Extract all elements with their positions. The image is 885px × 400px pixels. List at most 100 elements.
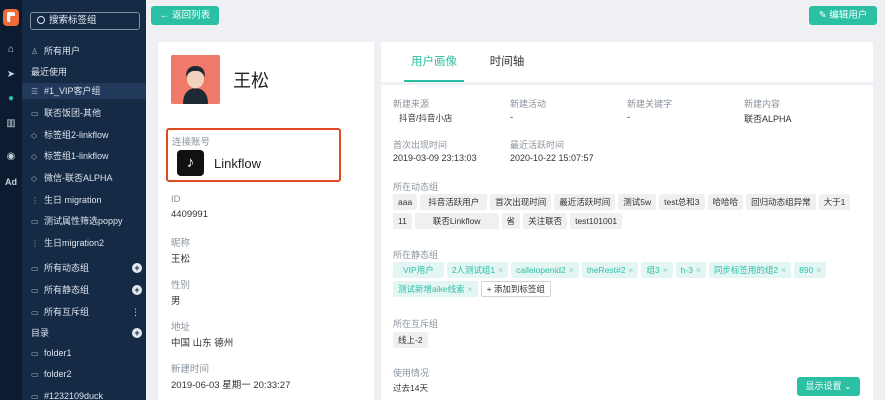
wechat-icon[interactable]: ◉ bbox=[0, 149, 22, 165]
dynamic-tag[interactable]: test总和3 bbox=[659, 194, 705, 210]
sidebar-item-dynamic-groups[interactable]: ▭ 所有动态组 + bbox=[22, 260, 146, 276]
static-tag[interactable]: VIP用户 bbox=[393, 262, 444, 278]
sidebar-item-frequent[interactable]: ◇ 微信-联否ALPHA bbox=[22, 170, 146, 186]
content-value: 联否ALPHA bbox=[744, 114, 792, 124]
dynamic-tag[interactable]: test101001 bbox=[570, 213, 623, 229]
display-settings-button[interactable]: 显示设置 ⌄ bbox=[797, 377, 860, 396]
list-icon: ▭ bbox=[31, 109, 39, 118]
tab-portrait[interactable]: 用户画像 bbox=[404, 42, 464, 82]
dynamic-tag[interactable]: 首次出现时间 bbox=[490, 194, 552, 210]
send-icon[interactable]: ➤ bbox=[0, 67, 22, 83]
dynamic-tag[interactable]: 回归动态组异常 bbox=[746, 194, 816, 210]
close-icon[interactable]: × bbox=[696, 265, 701, 275]
keyword-value: - bbox=[627, 112, 631, 123]
avatar bbox=[171, 55, 220, 104]
nickname-label: 昵称 bbox=[171, 238, 191, 249]
tab-timeline[interactable]: 时间轴 bbox=[481, 42, 533, 82]
portrait-panel: 新建来源 抖音/抖音小店 新建活动 - 新建关键字 - 新建内容 联否ALPHA… bbox=[381, 85, 873, 400]
close-icon[interactable]: × bbox=[663, 265, 668, 275]
content-label: 新建内容 bbox=[744, 99, 781, 109]
dynamic-tag[interactable]: 大于1 bbox=[818, 194, 851, 210]
home-icon[interactable]: ⌂ bbox=[0, 42, 22, 58]
sidebar-item-folder[interactable]: ▭ folder1 bbox=[22, 345, 146, 361]
sidebar-item-frequent[interactable]: ⋮ 生日 migration bbox=[22, 192, 146, 208]
filter-icon: ⋮ bbox=[31, 196, 39, 205]
close-icon[interactable]: × bbox=[498, 265, 503, 275]
ad-icon[interactable]: Ad bbox=[0, 174, 22, 190]
more-icon[interactable]: ⋮ bbox=[131, 304, 140, 320]
dynamic-groups-label: 所在动态组 bbox=[393, 182, 439, 192]
tag-icon: ◇ bbox=[31, 131, 38, 140]
sidebar-item-all-users[interactable]: ♙ 所有用户 bbox=[22, 43, 146, 59]
dynamic-tag[interactable]: 省 bbox=[501, 213, 521, 229]
edit-user-button[interactable]: ✎ 编辑用户 bbox=[809, 6, 877, 25]
plus-icon: + bbox=[486, 284, 494, 294]
static-tag[interactable]: h-3 × bbox=[675, 262, 706, 278]
folder-icon: ▭ bbox=[31, 264, 39, 273]
close-icon[interactable]: × bbox=[569, 265, 574, 275]
connected-account-highlight: 连接账号 ♪ Linkflow bbox=[166, 128, 341, 182]
icon-rail: ⌂ ➤ ● ▥ ◉ Ad bbox=[0, 0, 22, 400]
sidebar-item-mutex-groups[interactable]: ▭ 所有互斥组 ⋮ bbox=[22, 304, 146, 320]
id-label: ID bbox=[171, 194, 181, 205]
add-static-group-icon[interactable]: + bbox=[132, 285, 142, 295]
folder-icon: ▭ bbox=[31, 308, 39, 317]
sidebar-item-frequent[interactable]: ▭ 测试属性筛选poppy bbox=[22, 213, 146, 229]
dynamic-tag[interactable]: 11 bbox=[393, 213, 412, 229]
activity-value: - bbox=[510, 112, 514, 123]
first-seen-label: 首次出现时间 bbox=[393, 140, 448, 150]
dynamic-tag[interactable]: 最近活跃时间 bbox=[554, 194, 616, 210]
static-groups-label: 所在静态组 bbox=[393, 250, 439, 260]
sidebar-item-frequent[interactable]: ☰ #1_VIP客户组 bbox=[22, 83, 146, 99]
add-to-tag-group-button[interactable]: + 添加到标签组 bbox=[480, 281, 551, 297]
sidebar-item-frequent[interactable]: ◇ 标签组1-linkflow bbox=[22, 148, 146, 164]
dynamic-tag[interactable]: 测试5w bbox=[618, 194, 657, 210]
dynamic-tags: aaa 抖音活跃用户 首次出现时间 最近活跃时间 测试5w test总和3 哈哈哈 回归动态组… bbox=[393, 194, 861, 232]
last-active-label: 最近活跃时间 bbox=[510, 140, 565, 150]
created-value: 2019-06-03 星期一 20:33:27 bbox=[171, 380, 291, 391]
dynamic-tag[interactable]: 抖音活跃用户 bbox=[420, 194, 488, 210]
close-icon[interactable]: × bbox=[781, 265, 786, 275]
sidebar-item-frequent[interactable]: ⋮ 生日migration2 bbox=[22, 235, 146, 251]
address-value: 中国 山东 德州 bbox=[171, 338, 234, 349]
mutex-groups-label: 所在互斥组 bbox=[393, 319, 439, 329]
static-tag[interactable]: 890 × bbox=[794, 262, 827, 278]
tiktok-icon: ♪ bbox=[177, 150, 204, 176]
dynamic-tag[interactable]: 联否Linkflow bbox=[414, 213, 499, 229]
static-tag[interactable]: 组3 × bbox=[641, 262, 673, 278]
tag-icon: ◇ bbox=[31, 152, 38, 161]
back-to-list-button[interactable]: ← 返回列表 bbox=[151, 6, 219, 25]
close-icon[interactable]: × bbox=[468, 284, 473, 294]
sidebar-item-frequent[interactable]: ◇ 标签组2-linkflow bbox=[22, 127, 146, 143]
close-icon[interactable]: × bbox=[628, 265, 633, 275]
static-tag[interactable]: 2人测试组1 × bbox=[446, 262, 509, 278]
last-active-value: 2020-10-22 15:07:57 bbox=[510, 153, 594, 163]
close-icon[interactable]: × bbox=[816, 265, 821, 275]
search-icon bbox=[37, 16, 45, 24]
sidebar-item-folder[interactable]: ▭ folder2 bbox=[22, 366, 146, 382]
gender-value: 男 bbox=[171, 296, 181, 307]
chart-icon[interactable]: ▥ bbox=[0, 116, 22, 132]
dynamic-tag[interactable]: 关注联否 bbox=[523, 213, 568, 229]
static-tag[interactable]: 测试新增aike线索 × bbox=[393, 281, 478, 297]
add-dynamic-group-icon[interactable]: + bbox=[132, 263, 142, 273]
profile-name: 王松 bbox=[233, 71, 269, 91]
source-value: 抖音/抖音小店 bbox=[399, 113, 453, 123]
mutex-tag[interactable]: 线上-2 bbox=[393, 332, 428, 348]
sidebar-item-frequent[interactable]: ▭ 联否饭团-其他 bbox=[22, 105, 146, 121]
dynamic-tag[interactable]: aaa bbox=[393, 194, 418, 210]
sidebar-item-static-groups[interactable]: ▭ 所有静态组 + bbox=[22, 282, 146, 298]
sidebar-item-folder[interactable]: ▭ #1232109duck bbox=[22, 388, 146, 400]
user-icon[interactable]: ● bbox=[0, 91, 22, 107]
app-logo[interactable] bbox=[3, 9, 19, 26]
list-icon: ☰ bbox=[31, 87, 39, 96]
connected-account-name: Linkflow bbox=[214, 156, 261, 171]
static-tag[interactable]: theRest#2 × bbox=[581, 262, 639, 278]
dynamic-tag[interactable]: 哈哈哈 bbox=[707, 194, 744, 210]
static-tag[interactable]: 同步标签用的组2 × bbox=[708, 262, 792, 278]
search-input[interactable]: 搜索标签组 bbox=[30, 12, 140, 30]
add-folder-icon[interactable]: + bbox=[132, 328, 142, 338]
arrow-left-icon: ← bbox=[159, 10, 173, 21]
tabs-bar: 用户画像 时间轴 bbox=[381, 42, 873, 82]
static-tag[interactable]: caileiopenid2 × bbox=[511, 262, 579, 278]
